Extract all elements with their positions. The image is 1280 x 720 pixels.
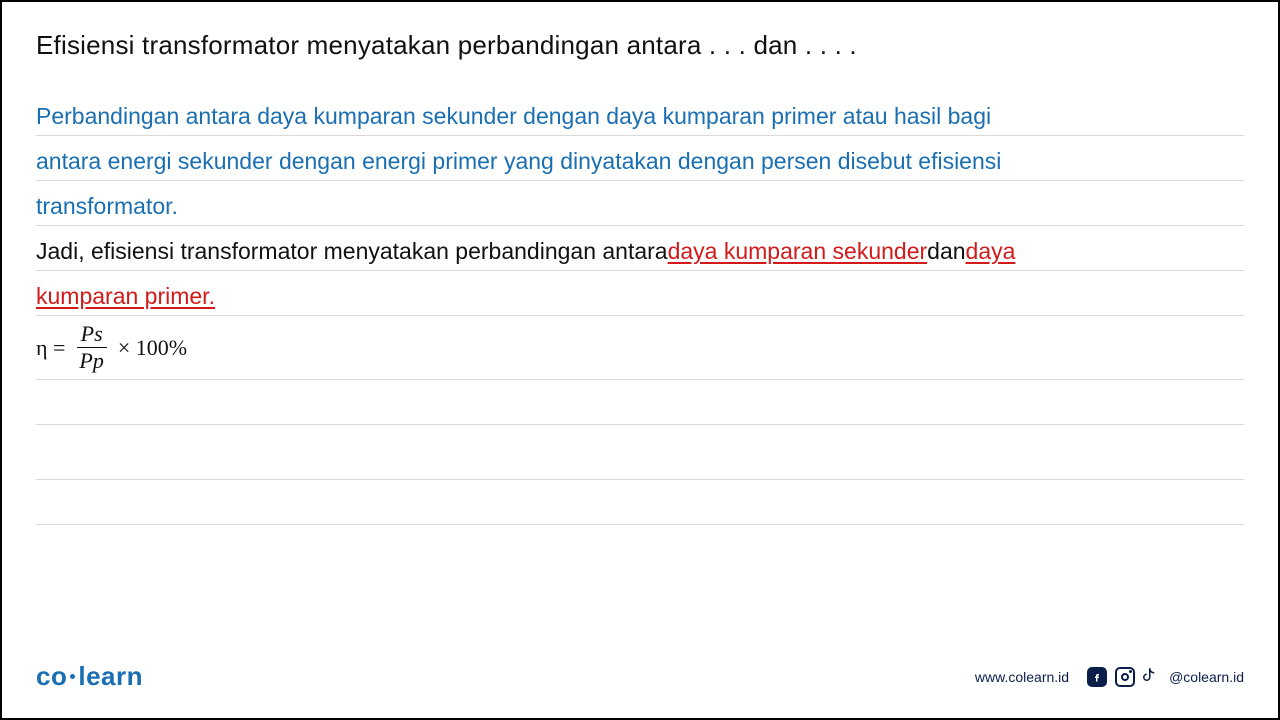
brand-logo: colearn <box>36 661 143 692</box>
formula-denominator: Pp <box>75 348 107 372</box>
explanation-line-1: Perbandingan antara daya kumparan sekund… <box>36 91 1244 136</box>
footer: colearn www.colearn.id @colearn.id <box>36 661 1244 692</box>
social-icons: @colearn.id <box>1087 666 1244 687</box>
tiktok-icon <box>1143 666 1161 687</box>
explanation-text-2: antara energi sekunder dengan energi pri… <box>36 147 1001 176</box>
footer-handle: @colearn.id <box>1169 669 1244 685</box>
conclusion-line-1: Jadi, efisiensi transformator menyatakan… <box>36 226 1244 271</box>
formula-lhs: η = <box>36 334 65 362</box>
empty-line-3 <box>36 480 1244 525</box>
explanation-text-1: Perbandingan antara daya kumparan sekund… <box>36 102 991 131</box>
document-frame: Efisiensi transformator menyatakan perba… <box>0 0 1280 720</box>
brand-part1: co <box>36 661 67 691</box>
footer-url: www.colearn.id <box>975 669 1069 685</box>
explanation-line-2: antara energi sekunder dengan energi pri… <box>36 136 1244 181</box>
formula-line: η = Ps Pp × 100% <box>36 316 1244 380</box>
conclusion-mid: dan <box>927 237 965 266</box>
question-text: Efisiensi transformator menyatakan perba… <box>36 30 1244 61</box>
answer-1: daya kumparan sekunder <box>668 237 928 266</box>
answer-2a: daya <box>966 237 1016 266</box>
empty-line-2 <box>36 425 1244 480</box>
formula-numerator: Ps <box>77 323 107 348</box>
efficiency-formula: η = Ps Pp × 100% <box>36 319 187 372</box>
empty-line-1 <box>36 380 1244 425</box>
explanation-text-3: transformator. <box>36 192 178 221</box>
conclusion-pre: Jadi, efisiensi transformator menyatakan… <box>36 237 668 266</box>
formula-rhs: × 100% <box>118 334 187 362</box>
answer-2b: kumparan primer. <box>36 282 215 311</box>
facebook-icon <box>1087 667 1107 687</box>
explanation-line-3: transformator. <box>36 181 1244 226</box>
instagram-icon <box>1115 667 1135 687</box>
brand-part2: learn <box>78 661 143 691</box>
formula-fraction: Ps Pp <box>75 323 107 372</box>
conclusion-line-2: kumparan primer. <box>36 271 1244 316</box>
lined-area: Perbandingan antara daya kumparan sekund… <box>36 91 1244 525</box>
footer-right: www.colearn.id @colearn.id <box>975 666 1244 687</box>
brand-dot-icon <box>70 674 75 679</box>
